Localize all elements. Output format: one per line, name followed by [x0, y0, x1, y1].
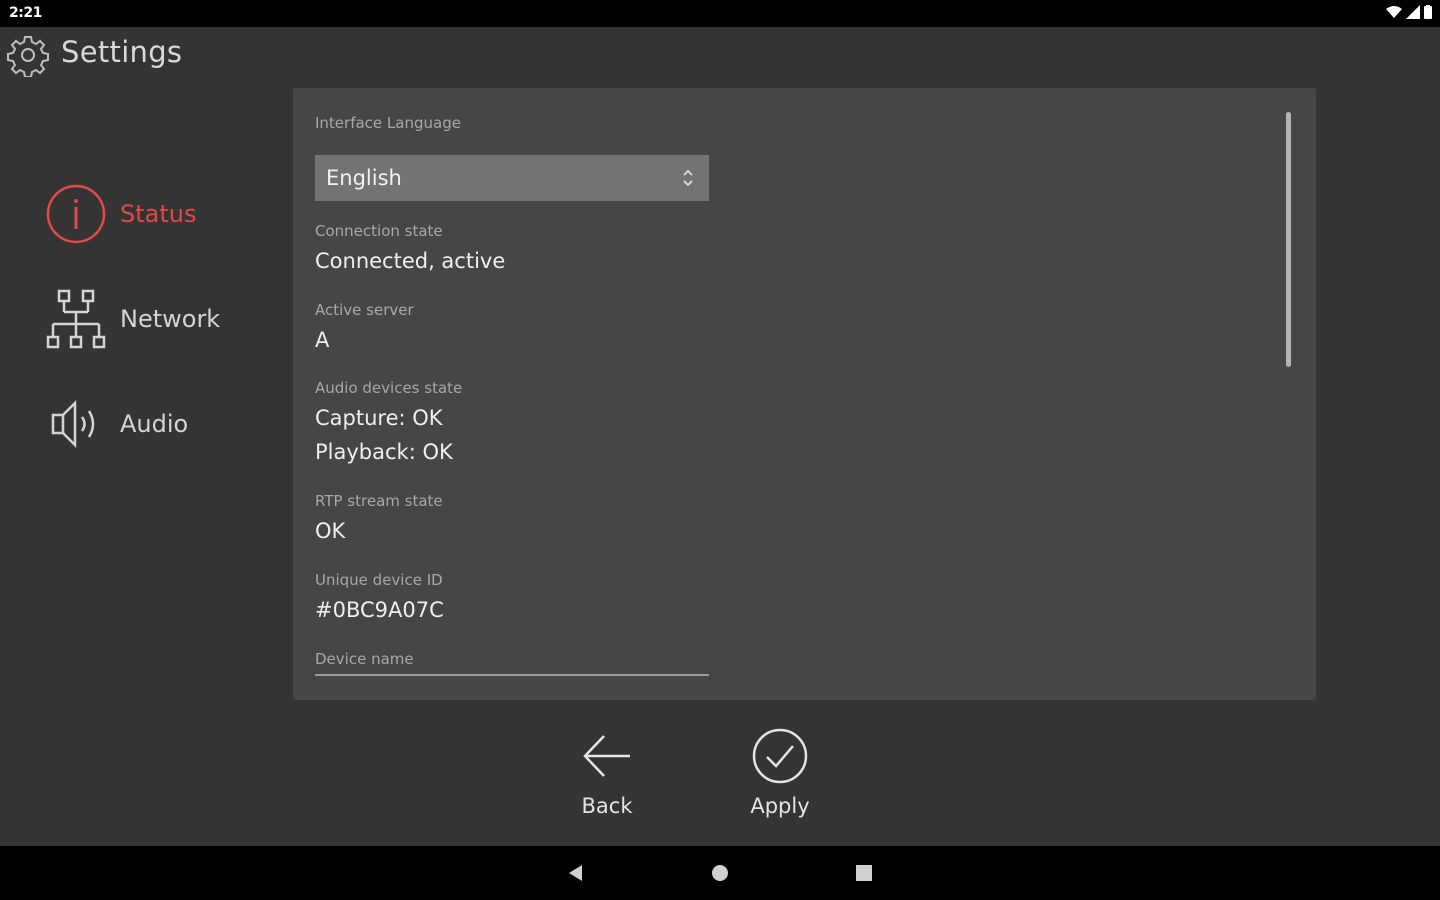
device-name-input[interactable]: [315, 674, 709, 676]
language-label: Interface Language: [315, 114, 461, 132]
device-id-label: Unique device ID: [315, 571, 443, 589]
active-server-value: A: [315, 328, 330, 352]
audio-devices-label: Audio devices state: [315, 379, 463, 397]
status-panel[interactable]: Interface Language English Connection st…: [293, 88, 1316, 700]
gear-icon: [7, 36, 49, 77]
speaker-icon: [44, 392, 108, 456]
system-navigation-bar: [0, 846, 1440, 900]
status-time: 2:21: [9, 5, 42, 21]
nav-recents-button[interactable]: [851, 860, 877, 886]
sidebar-item-label: Audio: [120, 410, 189, 438]
sidebar-item-label: Status: [120, 200, 197, 228]
nav-back-button[interactable]: [563, 860, 589, 886]
wifi-icon: [1386, 6, 1402, 18]
sidebar-item-audio[interactable]: Audio: [44, 392, 274, 456]
rtp-stream-value: OK: [315, 519, 346, 543]
rtp-stream-label: RTP stream state: [315, 492, 443, 510]
sidebar-item-status[interactable]: Status: [44, 182, 274, 246]
back-button[interactable]: Back: [552, 724, 662, 824]
network-icon: [44, 287, 108, 351]
connection-state-label: Connection state: [315, 222, 443, 240]
device-id-value: #0BC9A07C: [315, 598, 444, 622]
check-circle-icon: [748, 724, 812, 788]
triangle-back-icon: [569, 865, 582, 881]
nav-home-button[interactable]: [707, 860, 733, 886]
page-title: Settings: [61, 35, 183, 69]
status-icons: [1386, 5, 1432, 19]
language-value: English: [326, 166, 402, 190]
apply-button[interactable]: Apply: [725, 724, 835, 824]
back-label: Back: [581, 794, 633, 818]
chevron-up-down-icon: [683, 169, 693, 187]
device-name-label: Device name: [315, 650, 414, 668]
capture-state-value: Capture: OK: [315, 406, 443, 430]
sidebar-item-label: Network: [120, 305, 221, 333]
info-icon: [44, 182, 108, 246]
connection-state-value: Connected, active: [315, 249, 506, 273]
battery-icon: [1424, 5, 1432, 19]
active-server-label: Active server: [315, 301, 414, 319]
square-recents-icon: [856, 865, 872, 881]
app-header: Settings: [0, 27, 1440, 85]
scrollbar[interactable]: [1286, 112, 1291, 367]
system-status-bar: 2:21: [0, 0, 1440, 27]
signal-icon: [1406, 5, 1420, 19]
circle-home-icon: [712, 865, 728, 881]
apply-label: Apply: [750, 794, 810, 818]
sidebar-item-network[interactable]: Network: [44, 287, 274, 351]
language-select[interactable]: English: [315, 155, 709, 201]
arrow-left-icon: [575, 724, 639, 788]
playback-state-value: Playback: OK: [315, 440, 453, 464]
